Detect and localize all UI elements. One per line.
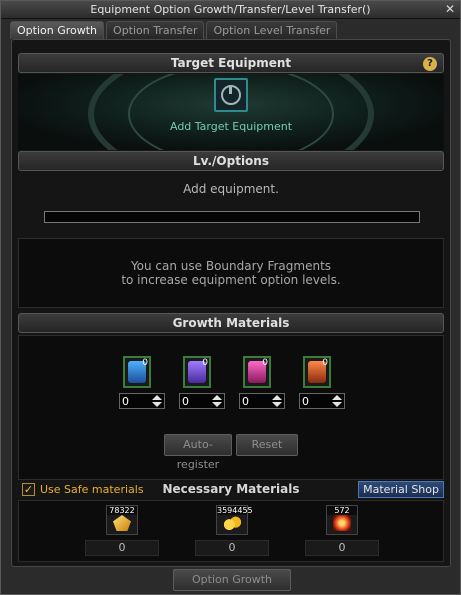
stepper-down-icon[interactable] bbox=[332, 402, 342, 407]
stepper-up-icon[interactable] bbox=[152, 395, 162, 400]
option-growth-button[interactable]: Option Growth bbox=[173, 569, 291, 591]
option-level-progress-bar bbox=[44, 211, 420, 223]
material-quantity-input-2[interactable] bbox=[182, 394, 204, 408]
material-slot-4: 0 bbox=[299, 356, 347, 409]
info-line-1: You can use Boundary Fragments bbox=[130, 259, 332, 273]
help-icon[interactable]: ? bbox=[423, 57, 437, 71]
equipment-option-window: Equipment Option Growth/Transfer/Level T… bbox=[0, 0, 461, 595]
window-titlebar[interactable]: Equipment Option Growth/Transfer/Level T… bbox=[1, 1, 460, 19]
necessary-item-2: 3594455 0 bbox=[195, 505, 269, 556]
necessary-item-3: 572 0 bbox=[305, 505, 379, 556]
material-quantity-input-3[interactable] bbox=[242, 394, 264, 408]
material-count-3: 0 bbox=[262, 358, 268, 368]
necessary-owned-3: 572 bbox=[327, 506, 357, 515]
power-icon bbox=[221, 85, 241, 105]
stepper-down-icon[interactable] bbox=[212, 402, 222, 407]
necessary-owned-2: 3594455 bbox=[217, 506, 253, 515]
gold-crystal-shape bbox=[113, 515, 131, 531]
target-equipment-title: Target Equipment bbox=[170, 56, 292, 70]
stepper-up-icon[interactable] bbox=[272, 395, 282, 400]
material-slot-2: 0 bbox=[179, 356, 227, 409]
necessary-item-1: 78322 0 bbox=[85, 505, 159, 556]
material-quantity-input-4[interactable] bbox=[302, 394, 324, 408]
necessary-materials-area: 78322 0 3594455 0 572 0 bbox=[18, 500, 444, 562]
stepper-down-icon[interactable] bbox=[272, 402, 282, 407]
material-count-4: 0 bbox=[322, 358, 328, 368]
growth-materials-title: Growth Materials bbox=[172, 316, 290, 330]
tab-option-transfer[interactable]: Option Transfer bbox=[106, 21, 205, 39]
material-item-1[interactable]: 0 bbox=[123, 356, 151, 388]
fire-stone-shape bbox=[333, 515, 351, 531]
material-quantity-stepper-4[interactable] bbox=[299, 393, 345, 409]
necessary-owned-1: 78322 bbox=[107, 506, 137, 515]
fire-stone-icon[interactable]: 572 bbox=[326, 505, 358, 535]
material-slot-3: 0 bbox=[239, 356, 287, 409]
growth-materials-header: Growth Materials bbox=[18, 313, 444, 333]
tab-option-level-transfer[interactable]: Option Level Transfer bbox=[206, 21, 338, 39]
material-quantity-stepper-3[interactable] bbox=[239, 393, 285, 409]
tab-bar: Option Growth Option Transfer Option Lev… bbox=[10, 21, 338, 39]
gold-crystal-icon[interactable]: 78322 bbox=[106, 505, 138, 535]
lv-options-header: Lv./Options bbox=[18, 151, 444, 171]
target-equipment-area: Add Target Equipment bbox=[18, 74, 444, 150]
material-slot-1: 0 bbox=[119, 356, 167, 409]
material-quantity-stepper-1[interactable] bbox=[119, 393, 165, 409]
window-title: Equipment Option Growth/Transfer/Level T… bbox=[90, 3, 371, 16]
necessary-required-1: 0 bbox=[85, 540, 159, 556]
tab-option-growth[interactable]: Option Growth bbox=[10, 21, 105, 39]
material-shop-button[interactable]: Material Shop bbox=[358, 481, 444, 498]
stepper-up-icon[interactable] bbox=[212, 395, 222, 400]
material-count-2: 0 bbox=[202, 358, 208, 368]
add-target-equipment-label: Add Target Equipment bbox=[169, 120, 293, 133]
necessary-required-3: 0 bbox=[305, 540, 379, 556]
stepper-down-icon[interactable] bbox=[152, 402, 162, 407]
material-item-4[interactable]: 0 bbox=[303, 356, 331, 388]
necessary-materials-bar: Necessary Materials ✓ Use Safe materials… bbox=[18, 481, 444, 499]
material-item-3[interactable]: 0 bbox=[243, 356, 271, 388]
material-quantity-input-1[interactable] bbox=[122, 394, 144, 408]
material-count-1: 0 bbox=[142, 358, 148, 368]
close-icon[interactable]: ✕ bbox=[443, 3, 457, 16]
info-box: You can use Boundary Fragments to increa… bbox=[18, 238, 444, 308]
add-equipment-status: Add equipment. bbox=[183, 182, 279, 196]
option-growth-panel: Target Equipment ? Add Target Equipment … bbox=[11, 39, 451, 567]
reset-button[interactable]: Reset bbox=[236, 434, 298, 456]
gold-coins-icon[interactable]: 3594455 bbox=[216, 505, 253, 535]
material-quantity-stepper-2[interactable] bbox=[179, 393, 225, 409]
auto-register-button[interactable]: Auto-register bbox=[164, 434, 232, 471]
stepper-up-icon[interactable] bbox=[332, 395, 342, 400]
info-line-2: to increase equipment option levels. bbox=[121, 273, 341, 287]
necessary-required-2: 0 bbox=[195, 540, 269, 556]
lv-options-title: Lv./Options bbox=[192, 154, 269, 168]
target-equipment-slot[interactable] bbox=[214, 78, 248, 112]
target-equipment-header: Target Equipment ? bbox=[18, 53, 444, 73]
material-item-2[interactable]: 0 bbox=[183, 356, 211, 388]
growth-materials-area: 0 0 0 0 0 0 0 0 Auto-register Reset bbox=[18, 335, 444, 480]
gold-coins-shape bbox=[223, 515, 241, 531]
use-safe-materials-checkbox[interactable]: ✓ bbox=[22, 483, 35, 496]
use-safe-materials-label: Use Safe materials bbox=[40, 483, 144, 496]
